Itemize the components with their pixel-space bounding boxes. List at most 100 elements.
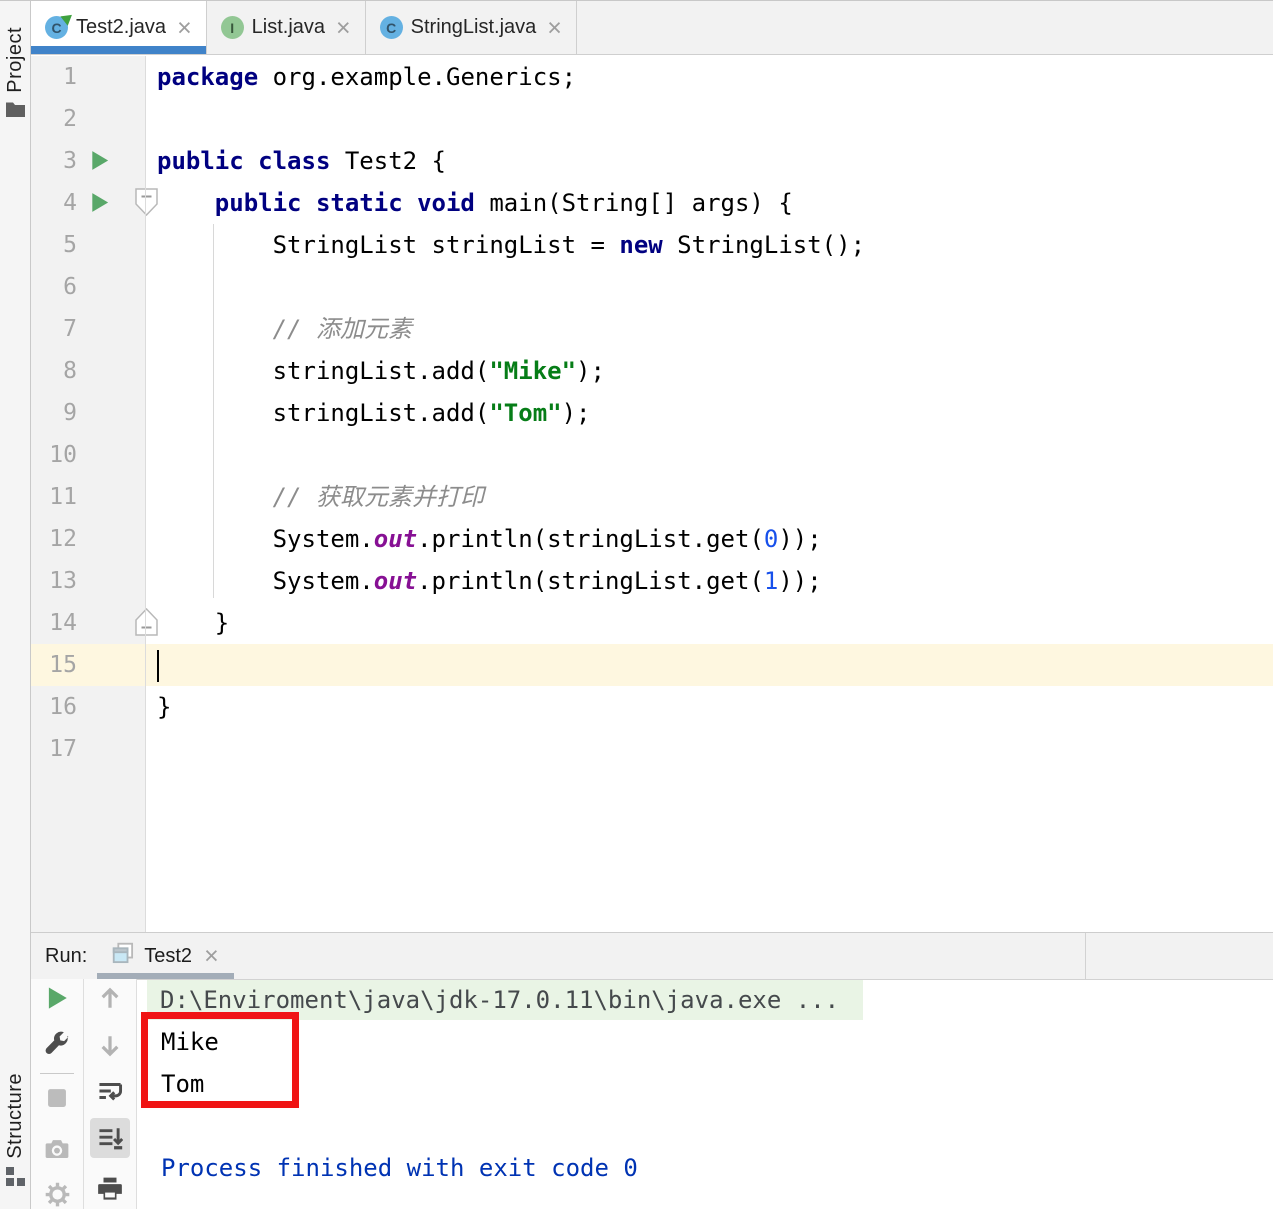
line-number: 13 xyxy=(31,560,77,602)
code-text: stringList.add("Tom"); xyxy=(145,392,591,434)
code-text xyxy=(145,728,157,770)
text-caret xyxy=(157,650,159,682)
code-line[interactable]: 15 xyxy=(31,644,1273,686)
console-line: D:\Enviroment\java\jdk-17.0.11\bin\java.… xyxy=(137,979,1273,1021)
line-number: 11 xyxy=(31,476,77,518)
project-toolwindow-button[interactable]: Project xyxy=(0,27,30,122)
run-line-icon[interactable] xyxy=(88,149,111,172)
line-number: 7 xyxy=(31,308,77,350)
code-text: StringList stringList = new StringList()… xyxy=(145,224,865,266)
code-line[interactable]: 1package org.example.Generics; xyxy=(31,56,1273,98)
code-text: System.out.println(stringList.get(1)); xyxy=(145,560,822,602)
print-button[interactable] xyxy=(97,1176,123,1207)
settings-wrench-button[interactable] xyxy=(44,1031,70,1062)
line-number: 10 xyxy=(31,434,77,476)
code-text: public class Test2 { xyxy=(145,140,446,182)
run-tab-test2[interactable]: Test2 × xyxy=(97,933,233,979)
console-line: Process finished with exit code 0 xyxy=(137,1147,1273,1189)
code-line[interactable]: 5 StringList stringList = new StringList… xyxy=(31,224,1273,266)
console-output[interactable]: D:\Enviroment\java\jdk-17.0.11\bin\java.… xyxy=(137,979,1273,1209)
code-line[interactable]: 9 stringList.add("Tom"); xyxy=(31,392,1273,434)
scroll-to-end-button[interactable] xyxy=(97,1125,123,1156)
code-line[interactable]: 17 xyxy=(31,728,1273,770)
code-line[interactable]: 8 stringList.add("Mike"); xyxy=(31,350,1273,392)
line-number: 1 xyxy=(31,56,77,98)
toolbar-separator xyxy=(40,1073,74,1074)
run-badge-icon xyxy=(60,10,75,26)
code-line[interactable]: 16} xyxy=(31,686,1273,728)
code-line[interactable]: 14 } xyxy=(31,602,1273,644)
run-toolbar-right xyxy=(84,979,137,1209)
gutter-cell xyxy=(77,308,145,350)
line-number: 15 xyxy=(31,644,77,686)
line-number: 17 xyxy=(31,728,77,770)
code-line[interactable]: 7 // 添加元素 xyxy=(31,308,1273,350)
gutter-cell xyxy=(77,434,145,476)
fold-end-icon[interactable] xyxy=(135,608,158,636)
close-icon[interactable]: × xyxy=(177,18,192,38)
code-text xyxy=(145,98,157,140)
code-line[interactable]: 6 xyxy=(31,266,1273,308)
line-number: 9 xyxy=(31,392,77,434)
gutter-cell xyxy=(77,728,145,770)
close-icon[interactable]: × xyxy=(204,946,219,966)
gutter-cell xyxy=(77,266,145,308)
code-line[interactable]: 3 public class Test2 { xyxy=(31,140,1273,182)
tab-stringlist-java[interactable]: C StringList.java × xyxy=(366,1,577,54)
tab-label: List.java xyxy=(252,16,325,39)
code-line[interactable]: 13 System.out.println(stringList.get(1))… xyxy=(31,560,1273,602)
code-text xyxy=(145,266,157,308)
line-number: 6 xyxy=(31,266,77,308)
code-line[interactable]: 11 // 获取元素并打印 xyxy=(31,476,1273,518)
tab-label: Test2.java xyxy=(76,16,166,39)
fold-collapse-icon[interactable] xyxy=(135,188,158,216)
line-number: 3 xyxy=(31,140,77,182)
code-text xyxy=(145,644,159,686)
run-header: Run: Test2 × xyxy=(31,932,1273,980)
screenshot-camera-button xyxy=(44,1136,70,1167)
gutter-cell xyxy=(77,182,145,224)
structure-toolwindow-button[interactable]: Structure xyxy=(0,1073,30,1191)
run-line-icon[interactable] xyxy=(88,191,111,214)
code-text: } xyxy=(145,686,171,728)
tab-list-java[interactable]: I List.java × xyxy=(207,1,366,54)
class-icon: C xyxy=(380,16,403,39)
folder-icon xyxy=(6,101,25,122)
line-number: 5 xyxy=(31,224,77,266)
close-icon[interactable]: × xyxy=(336,18,351,38)
code-text: public static void main(String[] args) { xyxy=(145,182,793,224)
project-label: Project xyxy=(4,27,27,93)
up-stack-trace-button xyxy=(97,985,123,1016)
header-divider xyxy=(1085,933,1086,979)
structure-label: Structure xyxy=(4,1073,27,1159)
structure-icon xyxy=(5,1167,25,1191)
gutter-cell xyxy=(77,98,145,140)
gutter-cell xyxy=(77,224,145,266)
rerun-button[interactable] xyxy=(44,985,70,1016)
stop-button xyxy=(44,1085,70,1116)
code-line[interactable]: 12 System.out.println(stringList.get(0))… xyxy=(31,518,1273,560)
line-number: 8 xyxy=(31,350,77,392)
console-line: Mike xyxy=(137,1021,1273,1063)
gutter-cell xyxy=(77,56,145,98)
code-line[interactable]: 2 xyxy=(31,98,1273,140)
code-editor[interactable]: 1package org.example.Generics;23 public c… xyxy=(31,56,1273,932)
line-number: 14 xyxy=(31,602,77,644)
run-toolbar-left xyxy=(31,979,84,1209)
console-line xyxy=(137,1105,1273,1147)
line-number: 2 xyxy=(31,98,77,140)
code-line[interactable]: 4 public static void main(String[] args)… xyxy=(31,182,1273,224)
run-console-icon xyxy=(112,942,135,971)
gutter-cell xyxy=(77,350,145,392)
code-line[interactable]: 10 xyxy=(31,434,1273,476)
gear-button xyxy=(44,1181,71,1209)
line-number: 16 xyxy=(31,686,77,728)
code-text: stringList.add("Mike"); xyxy=(145,350,605,392)
soft-wrap-button[interactable] xyxy=(97,1078,123,1109)
close-icon[interactable]: × xyxy=(547,18,562,38)
tool-window-strip: Project Structure xyxy=(0,1,31,1209)
interface-icon: I xyxy=(221,16,244,39)
console-area: D:\Enviroment\java\jdk-17.0.11\bin\java.… xyxy=(31,979,1273,1209)
gutter-cell xyxy=(77,140,145,182)
tab-test2-java[interactable]: C Test2.java × xyxy=(31,1,207,54)
